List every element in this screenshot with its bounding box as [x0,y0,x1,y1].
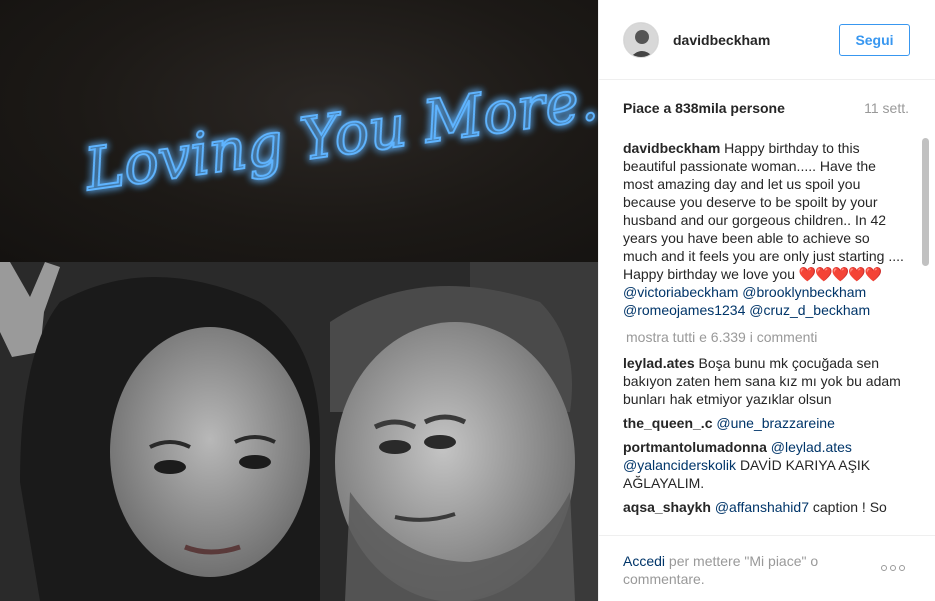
post-time[interactable]: 11 sett. [864,100,909,116]
neon-sign-panel: Loving You More. [0,0,598,262]
login-prompt: Accedi per mettere "Mi piace" o commenta… [623,552,855,588]
neon-sign: Loving You More. [79,64,598,205]
post-side-panel: davidbeckham Segui Piace a 838mila perso… [598,0,935,601]
three-dots-icon [899,565,905,571]
comments-scrollbar[interactable] [921,138,929,534]
comment-mention[interactable]: @yalanciderskolik [623,457,736,473]
comment: leylad.ates Boşa bunu mk çocuğada sen ba… [623,354,905,408]
couple-photo [0,262,598,601]
avatar[interactable] [623,21,659,58]
instagram-post: Loving You More. davidbeckham Segui Piac… [0,0,935,601]
post-stats: Piace a 838mila persone 11 sett. [623,100,909,116]
comment-username[interactable]: the_queen_.c [623,415,712,431]
comment-mention[interactable]: @une_brazzareine [716,415,835,431]
caption-mention[interactable]: @brooklynbeckham [742,284,866,300]
neon-text: Loving You More. [80,65,598,204]
comment-mention[interactable]: @leylad.ates [771,439,852,455]
comment-username[interactable]: leylad.ates [623,355,695,371]
show-all-comments-link[interactable]: mostra tutti e 6.339 i commenti [626,328,905,346]
more-options-button[interactable] [881,560,913,576]
likes-count[interactable]: Piace a 838mila persone [623,100,785,116]
comments-list[interactable]: davidbeckham Happy birthday to this beau… [623,139,905,535]
caption: davidbeckham Happy birthday to this beau… [623,139,905,319]
post-header: davidbeckham Segui [599,0,935,80]
caption-hearts: ❤️❤️❤️❤️❤️ [798,266,882,282]
caption-mention[interactable]: @cruz_d_beckham [749,302,870,318]
caption-mention[interactable]: @romeojames1234 [623,302,745,318]
comment: the_queen_.c @une_brazzareine [623,414,905,432]
comment-mention[interactable]: @affanshahid7 [715,499,809,515]
post-footer: Accedi per mettere "Mi piace" o commenta… [599,535,935,601]
three-dots-icon [890,565,896,571]
caption-mention[interactable]: @victoriabeckham [623,284,738,300]
comment: aqsa_shaykh @affanshahid7 caption ! So [623,498,905,516]
couple-illustration [0,262,598,601]
caption-text: Happy birthday to this beautiful passion… [623,140,904,282]
three-dots-icon [881,565,887,571]
caption-username[interactable]: davidbeckham [623,140,720,156]
follow-button[interactable]: Segui [839,23,910,56]
post-username[interactable]: davidbeckham [673,32,839,48]
scrollbar-thumb[interactable] [922,138,929,266]
login-link[interactable]: Accedi [623,553,665,569]
comment-username[interactable]: portmantolumadonna [623,439,767,455]
comment-username[interactable]: aqsa_shaykh [623,499,711,515]
avatar-image [624,22,658,57]
comment: portmantolumadonna @leylad.ates @yalanci… [623,438,905,492]
comment-text: caption ! So [812,499,887,515]
post-photo[interactable]: Loving You More. [0,0,598,601]
